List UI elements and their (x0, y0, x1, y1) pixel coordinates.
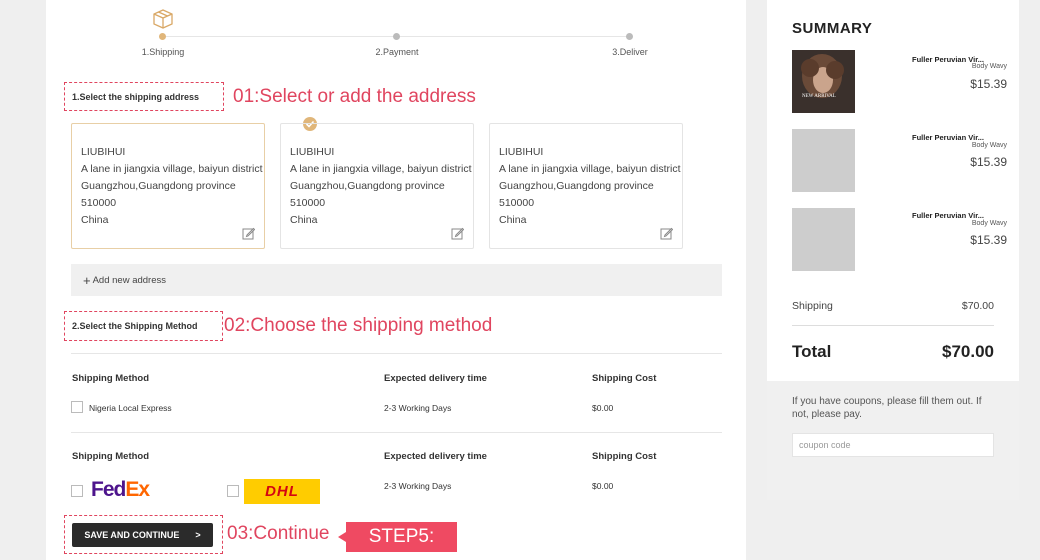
divider (792, 325, 994, 326)
address-zip: 510000 (499, 197, 535, 209)
shipping-cost: $0.00 (592, 403, 614, 413)
address-line1: A lane in jiangxia village, baiyun distr… (499, 163, 681, 175)
shipping-section-heading: 2.Select the Shipping Method (64, 311, 223, 341)
edit-icon[interactable] (451, 227, 464, 240)
product-image[interactable] (792, 208, 855, 271)
delivery-time: 2-3 Working Days (384, 403, 452, 413)
header-delivery-time: Expected delivery time (384, 373, 487, 384)
step-dot-shipping (159, 33, 166, 40)
continue-annotation: 03:Continue (227, 523, 330, 544)
header-shipping-method: Shipping Method (72, 373, 150, 384)
address-line1: A lane in jiangxia village, baiyun distr… (81, 163, 263, 175)
address-line2: Guangzhou,Guangdong province (290, 180, 445, 192)
address-name: LIUBIHUI (499, 146, 544, 158)
method-nigeria-express: Nigeria Local Express (89, 403, 172, 413)
edit-icon[interactable] (660, 227, 673, 240)
address-section-heading: 1.Select the shipping address (64, 82, 224, 111)
add-address-label: Add new address (92, 274, 167, 286)
step-badge: STEP5: (338, 522, 457, 552)
step-label-deliver: 3.Deliver (612, 47, 648, 57)
product-price: $15.39 (970, 155, 1007, 169)
arrow-right-icon: > (195, 530, 201, 540)
product-name: Fuller Peruvian Vir... (912, 211, 984, 220)
coupon-code-input[interactable] (792, 433, 994, 457)
product-image-text: NEW ARRIVAL (802, 94, 836, 99)
step-label-payment: 2.Payment (375, 47, 419, 57)
address-annotation: 01:Select or add the address (233, 86, 476, 107)
save-label: SAVE AND CONTINUE (84, 530, 180, 540)
summary-title: SUMMARY (792, 20, 873, 37)
product-variant: Body Wavy (971, 142, 1007, 149)
dhl-logo[interactable]: DHL (244, 479, 320, 504)
header-delivery-time: Expected delivery time (384, 451, 487, 462)
save-and-continue-button[interactable]: SAVE AND CONTINUE > (72, 523, 213, 547)
address-line1: A lane in jiangxia village, baiyun distr… (290, 163, 472, 175)
add-new-address-button[interactable]: + Add new address (71, 264, 722, 296)
address-line2: Guangzhou,Guangdong province (81, 180, 236, 192)
header-shipping-cost: Shipping Cost (592, 373, 657, 384)
address-card-1[interactable]: LIUBIHUI A lane in jiangxia village, bai… (71, 123, 265, 249)
address-line2: Guangzhou,Guangdong province (499, 180, 654, 192)
product-image[interactable]: NEW ARRIVAL (792, 50, 855, 113)
fedex-checkbox[interactable] (71, 485, 83, 497)
step-dot-deliver (626, 33, 633, 40)
product-price: $15.39 (970, 233, 1007, 247)
header-shipping-cost: Shipping Cost (592, 451, 657, 462)
nigeria-express-checkbox[interactable] (71, 401, 83, 413)
product-image[interactable] (792, 129, 855, 192)
shipping-annotation: 02:Choose the shipping method (224, 315, 493, 336)
total-label: Total (792, 342, 832, 361)
address-country: China (499, 214, 527, 226)
shipping-cost: $0.00 (592, 481, 614, 491)
step-label-shipping: 1.Shipping (141, 47, 185, 57)
address-card-2[interactable]: LIUBIHUI A lane in jiangxia village, bai… (280, 123, 474, 249)
delivery-time: 2-3 Working Days (384, 481, 452, 491)
address-zip: 510000 (290, 197, 326, 209)
address-country: China (81, 214, 109, 226)
dhl-checkbox[interactable] (227, 485, 239, 497)
checkout-main: 1.Shipping 2.Payment 3.Deliver 1.Select … (46, 0, 746, 560)
address-name: LIUBIHUI (290, 146, 335, 158)
shipping-label: Shipping (792, 300, 833, 312)
address-card-3[interactable]: LIUBIHUI A lane in jiangxia village, bai… (489, 123, 683, 249)
plus-icon: + (83, 272, 91, 288)
step-dot-payment (393, 33, 400, 40)
shipping-value: $70.00 (961, 300, 994, 312)
coupon-hint: If you have coupons, please fill them ou… (792, 396, 982, 420)
package-icon (153, 9, 173, 29)
address-zip: 510000 (81, 197, 117, 209)
order-summary: SUMMARY NEW ARRIVAL Fuller Peruvian Vir.… (767, 0, 1019, 500)
total-value: $70.00 (942, 342, 994, 361)
product-price: $15.39 (970, 77, 1007, 91)
product-variant: Body Wavy (971, 220, 1007, 227)
product-variant: Body Wavy (971, 63, 1007, 70)
address-name: LIUBIHUI (81, 146, 126, 158)
address-country: China (290, 214, 318, 226)
header-shipping-method: Shipping Method (72, 451, 150, 462)
divider (71, 353, 722, 354)
divider (71, 432, 722, 433)
fedex-logo[interactable]: FedEx (91, 478, 150, 502)
edit-icon[interactable] (242, 227, 255, 240)
product-name: Fuller Peruvian Vir... (912, 133, 984, 142)
coupon-section: If you have coupons, please fill them ou… (767, 381, 1019, 500)
